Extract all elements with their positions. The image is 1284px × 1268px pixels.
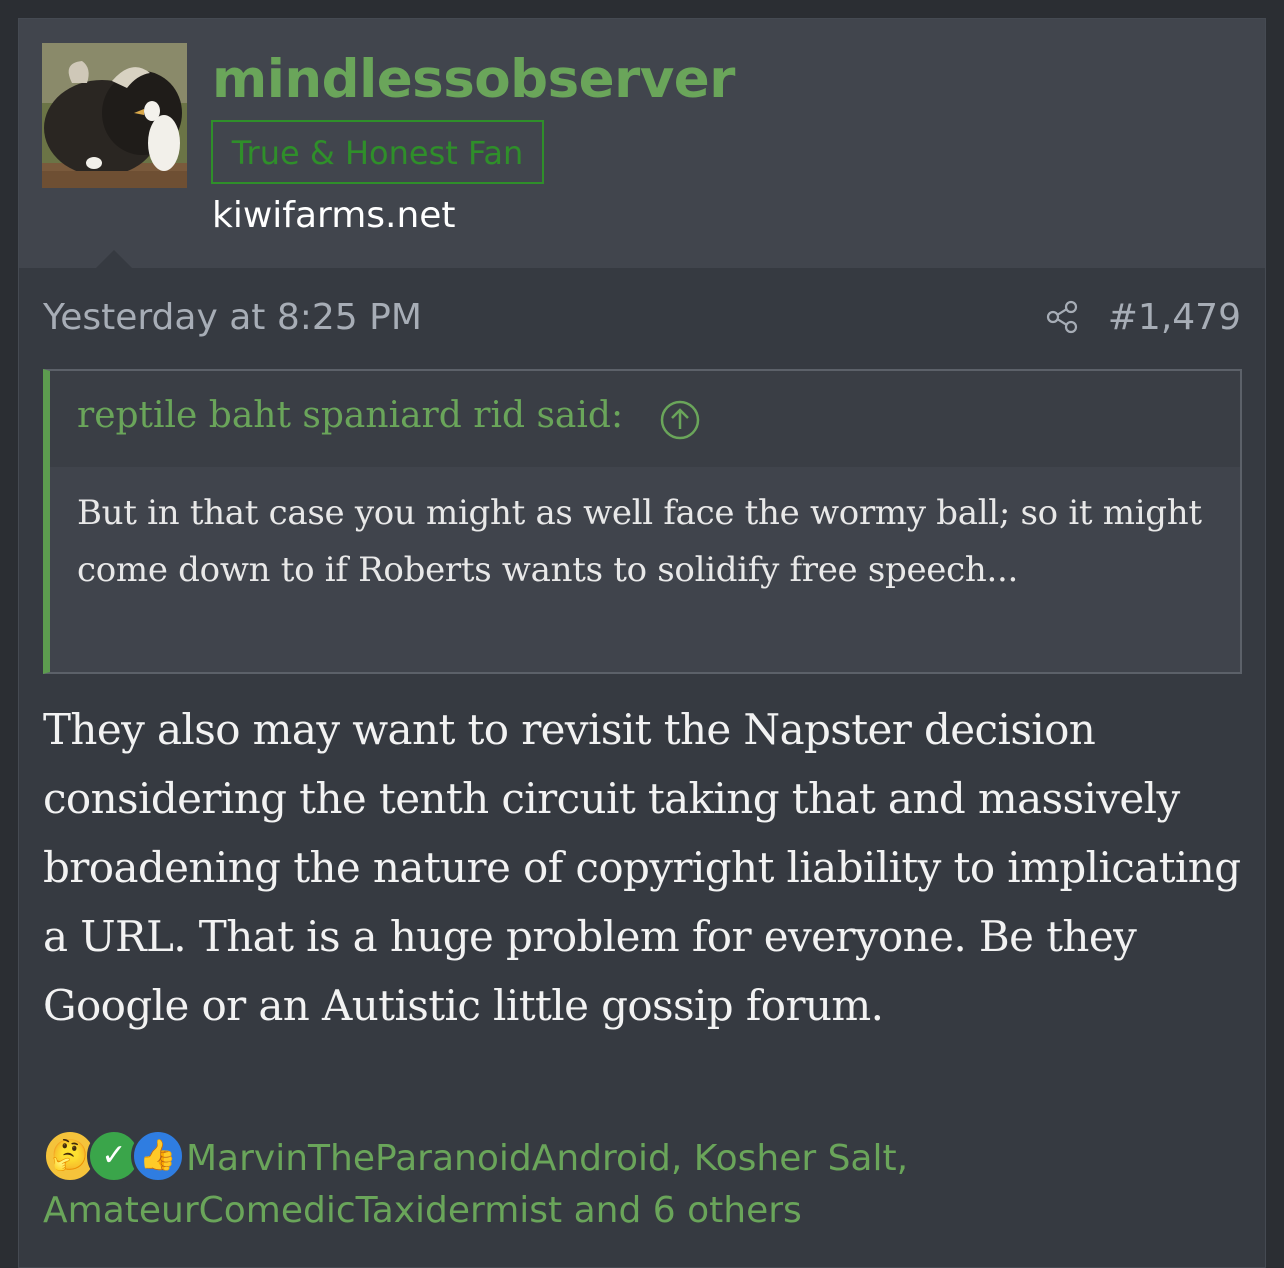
user-site: kiwifarms.net [212, 195, 456, 236]
user-avatar[interactable] [42, 43, 187, 188]
header-arrow [96, 250, 132, 268]
forum-post: mindlessobserver True & Honest Fan kiwif… [18, 18, 1266, 1268]
post-number[interactable]: #1,479 [1108, 297, 1241, 338]
user-title-badge: True & Honest Fan [211, 120, 544, 184]
post-body: They also may want to revisit the Napste… [43, 705, 1241, 1030]
reaction-users[interactable]: MarvinTheParanoidAndroid, Kosher Salt, A… [43, 1133, 1243, 1237]
quote-header: reptile baht spaniard rid said: [50, 371, 1240, 467]
username[interactable]: mindlessobserver [212, 49, 735, 110]
user-header: mindlessobserver True & Honest Fan kiwif… [19, 19, 1265, 268]
quote-block: reptile baht spaniard rid said: But in t… [43, 369, 1242, 674]
quote-text: But in that case you might as well face … [77, 493, 1202, 590]
avatar-image [42, 43, 187, 188]
share-icon[interactable] [1044, 299, 1080, 335]
quote-author[interactable]: reptile baht spaniard rid said: [77, 395, 623, 436]
arrow-up-circle-icon[interactable] [659, 399, 701, 441]
post-date[interactable]: Yesterday at 8:25 PM [43, 297, 422, 338]
